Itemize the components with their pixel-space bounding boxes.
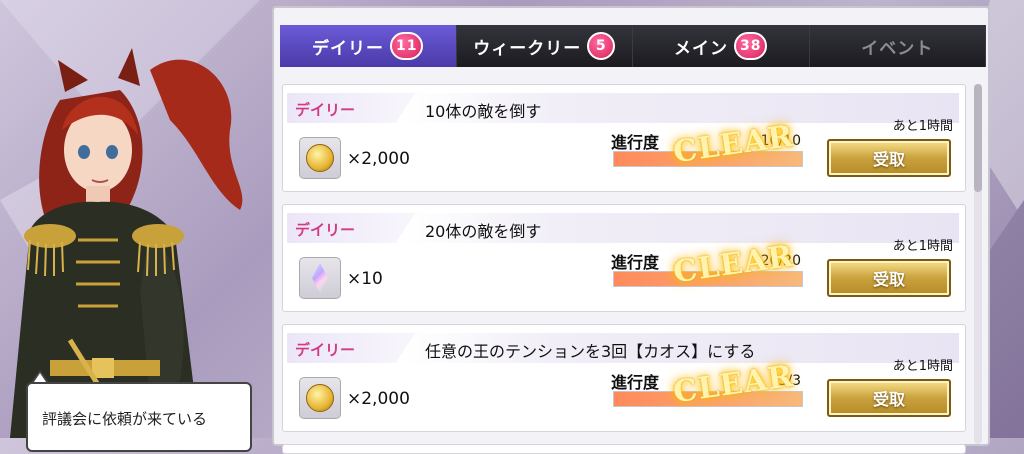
gem-icon xyxy=(312,263,328,293)
mission-row: デイリー 任意の王のテンションを3回【カオス】にする あと1時間 ×2,000 … xyxy=(282,324,966,432)
time-remaining: あと1時間 xyxy=(892,359,953,374)
mission-category: デイリー xyxy=(287,333,415,363)
mission-title: 任意の王のテンションを3回【カオス】にする xyxy=(425,342,756,361)
mission-scrollbar[interactable] xyxy=(974,84,982,444)
claim-button[interactable]: 受取 xyxy=(827,259,951,297)
reward-item[interactable] xyxy=(299,137,341,179)
reward-item[interactable] xyxy=(299,377,341,419)
scroll-thumb[interactable] xyxy=(974,84,982,192)
count-badge: 5 xyxy=(587,32,616,60)
mission-tabs: デイリー 11 ウィークリー 5 メイン 38 イベント xyxy=(280,25,986,67)
mission-row: デイリー 10体の敵を倒す あと1時間 ×2,000 進行度 10/10 CLE… xyxy=(282,84,966,192)
claim-button[interactable]: 受取 xyxy=(827,379,951,417)
tab-label: イベント xyxy=(861,38,934,59)
mission-title: 20体の敵を倒す xyxy=(425,222,542,241)
mission-list[interactable]: デイリー 10体の敵を倒す あと1時間 ×2,000 進行度 10/10 CLE… xyxy=(282,84,972,454)
mission-category: デイリー xyxy=(287,213,415,243)
gold-coin-icon xyxy=(306,144,334,172)
progress-label: 進行度 xyxy=(611,133,660,152)
reward-amount: ×10 xyxy=(347,269,383,289)
claim-button[interactable]: 受取 xyxy=(827,139,951,177)
tab-event[interactable]: イベント xyxy=(809,25,986,67)
reward-amount: ×2,000 xyxy=(347,149,410,169)
progress-label: 進行度 xyxy=(611,253,660,272)
tab-label: ウィークリー xyxy=(473,38,582,59)
mission-row: デイリー 20体の敵を倒す あと1時間 ×10 進行度 20/20 CLEAR … xyxy=(282,204,966,312)
mission-category: デイリー xyxy=(287,93,415,123)
gold-coin-icon xyxy=(306,384,334,412)
tab-main[interactable]: メイン 38 xyxy=(633,25,810,67)
time-remaining: あと1時間 xyxy=(892,239,953,254)
count-badge: 38 xyxy=(734,32,768,60)
dialog-text: 評議会に依頼が来ている xyxy=(42,410,208,428)
mission-row xyxy=(282,444,966,454)
count-badge: 11 xyxy=(390,32,424,60)
reward-amount: ×2,000 xyxy=(347,389,410,409)
time-remaining: あと1時間 xyxy=(892,119,953,134)
tab-weekly[interactable]: ウィークリー 5 xyxy=(456,25,633,67)
tab-label: メイン xyxy=(674,38,728,59)
tab-daily[interactable]: デイリー 11 xyxy=(280,25,457,67)
mission-panel: デイリー 11 ウィークリー 5 メイン 38 イベント デイリー 10体の敵を… xyxy=(272,6,990,454)
progress-label: 進行度 xyxy=(611,373,660,392)
reward-item[interactable] xyxy=(299,257,341,299)
mission-title: 10体の敵を倒す xyxy=(425,102,542,121)
tab-label: デイリー xyxy=(312,38,384,59)
character-dialog: 評議会に依頼が来ている xyxy=(26,382,252,452)
